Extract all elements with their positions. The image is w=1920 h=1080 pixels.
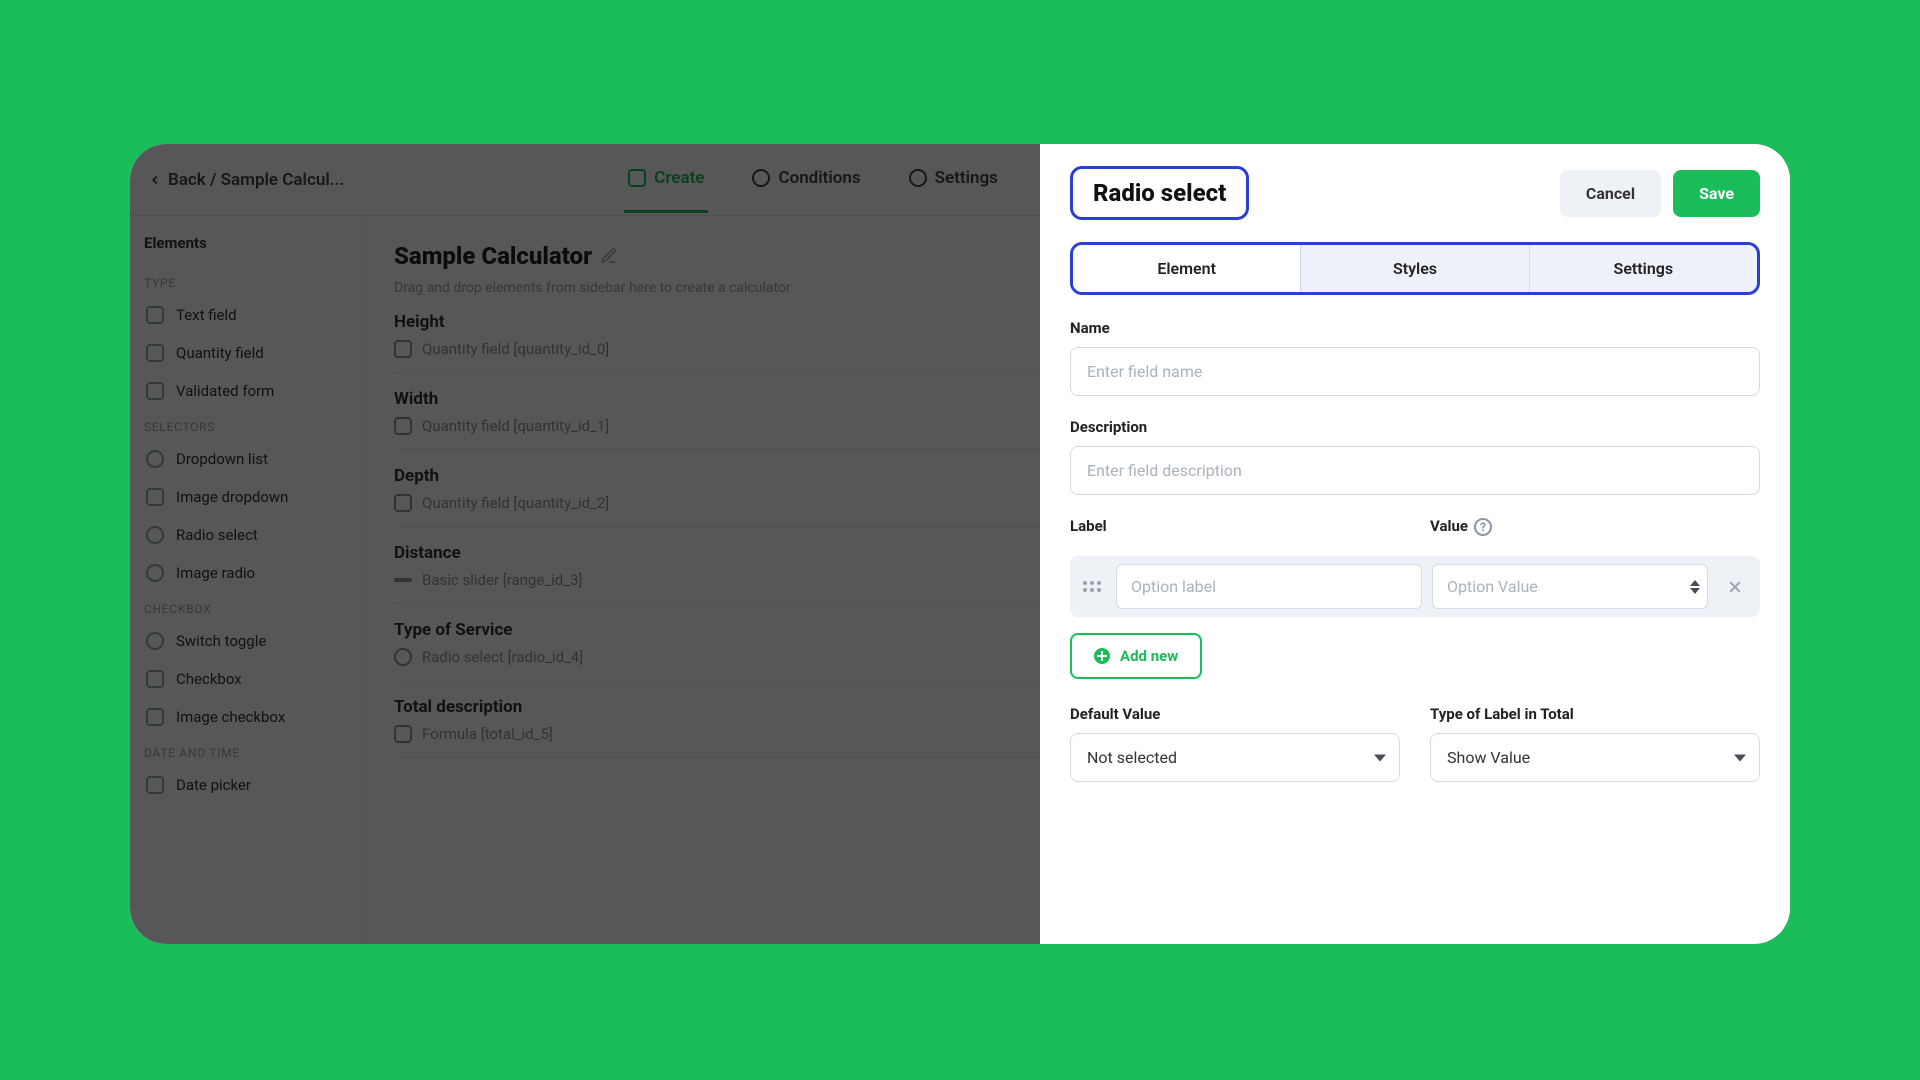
add-option-button[interactable]: Add new [1070, 633, 1202, 679]
option-label-header: Label [1070, 517, 1400, 535]
option-row [1070, 556, 1760, 617]
default-value-label: Default Value [1070, 705, 1400, 723]
add-new-label: Add new [1120, 647, 1178, 665]
help-icon[interactable]: ? [1474, 518, 1492, 536]
tab-styles[interactable]: Styles [1300, 245, 1528, 292]
type-of-label-label: Type of Label in Total [1430, 705, 1760, 723]
type-of-label-select[interactable]: Show Value [1430, 733, 1760, 782]
option-label-input[interactable] [1116, 564, 1422, 609]
value-stepper[interactable] [1690, 580, 1700, 594]
close-icon [1727, 579, 1743, 595]
option-value-input[interactable] [1432, 564, 1708, 609]
save-button[interactable]: Save [1673, 170, 1760, 217]
drag-handle-icon[interactable] [1078, 577, 1106, 596]
element-editor-panel: Radio select Cancel Save Element Styles … [1040, 144, 1790, 944]
plus-circle-icon [1094, 648, 1110, 664]
default-value-display: Not selected [1070, 733, 1400, 782]
name-input[interactable] [1070, 347, 1760, 396]
description-input[interactable] [1070, 446, 1760, 495]
cancel-button[interactable]: Cancel [1560, 170, 1661, 217]
panel-title: Radio select [1070, 166, 1249, 220]
name-label: Name [1070, 319, 1760, 337]
type-of-label-display: Show Value [1430, 733, 1760, 782]
app-window: Back / Sample Calcul... Create Condition… [130, 144, 1790, 944]
option-value-header: Value? [1430, 517, 1760, 536]
chevron-down-icon [1374, 754, 1386, 761]
panel-tabs: Element Styles Settings [1070, 242, 1760, 295]
chevron-down-icon [1734, 754, 1746, 761]
chevron-down-icon[interactable] [1690, 588, 1700, 594]
chevron-up-icon[interactable] [1690, 580, 1700, 586]
description-label: Description [1070, 418, 1760, 436]
delete-option-button[interactable] [1718, 570, 1752, 604]
tab-element[interactable]: Element [1073, 245, 1300, 292]
value-text: Value [1430, 517, 1468, 535]
default-value-select[interactable]: Not selected [1070, 733, 1400, 782]
tab-settings[interactable]: Settings [1529, 245, 1757, 292]
